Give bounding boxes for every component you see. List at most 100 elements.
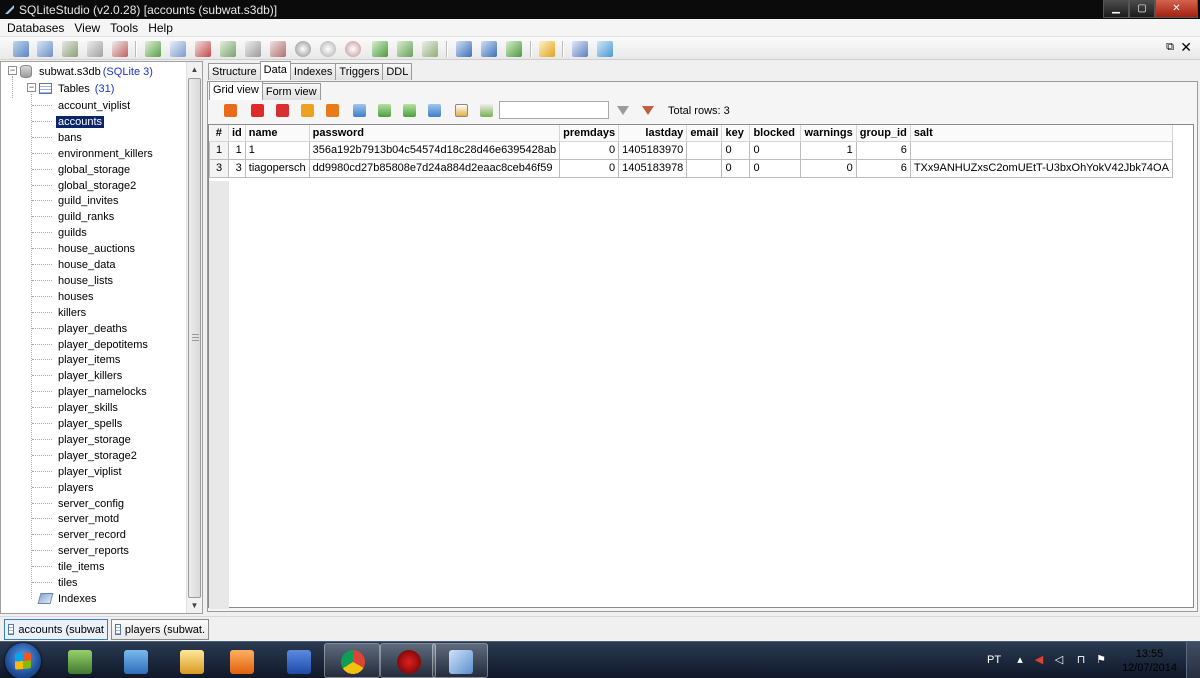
minimize-button[interactable]: ▁ [1103,0,1129,18]
tree-item-table[interactable]: accounts [56,114,105,129]
prev-page-icon[interactable] [378,104,391,117]
delete-trigger-icon[interactable] [345,41,361,57]
menu-databases[interactable]: Databases [2,21,69,35]
export-icon[interactable] [455,104,468,117]
first-page-icon[interactable] [353,104,366,117]
close-mdi-icon[interactable]: ✕ [1180,39,1192,56]
clock[interactable]: 13:55 12/07/2014 [1122,647,1177,675]
column-header[interactable]: blocked [749,125,802,142]
grid-cell[interactable]: 6 [855,140,911,160]
last-page-icon[interactable] [428,104,441,117]
clear-filter-icon[interactable] [642,106,654,115]
grid-cell[interactable]: 0 [721,140,751,160]
column-header[interactable]: group_id [856,125,911,142]
grid-cell[interactable] [686,158,723,178]
tree-item-table[interactable]: player_depotitems [56,337,150,352]
delete-table-icon[interactable] [195,41,211,57]
tab-ddl[interactable]: DDL [382,63,413,80]
grid-cell[interactable]: 3 [228,158,246,178]
column-header[interactable]: salt [910,125,1173,142]
column-header[interactable]: name [245,125,310,142]
tab-grid-view[interactable]: Grid view [209,81,263,100]
edit-view-icon[interactable] [397,41,413,57]
close-button[interactable]: ✕ [1155,0,1198,18]
grid-cell[interactable]: 1405183978 [618,158,688,178]
menu-help[interactable]: Help [143,21,178,35]
collapse-db-icon[interactable]: − [8,66,17,75]
tree-item-table[interactable]: player_namelocks [56,384,149,399]
filter-icon[interactable] [617,106,629,115]
tree-item-table[interactable]: server_config [56,496,126,511]
tab-triggers[interactable]: Triggers [335,63,384,80]
column-header[interactable]: # [209,125,229,142]
edit-index-icon[interactable] [245,41,261,57]
grid-cell[interactable]: 1405183970 [618,140,688,160]
tree-item-table[interactable]: player_deaths [56,321,129,336]
tree-item-table[interactable]: houses [56,289,95,304]
tree-item-table[interactable]: player_storage2 [56,448,139,463]
tree-item-table[interactable]: guilds [56,225,89,240]
column-header[interactable]: premdays [559,125,620,142]
tree-item-table[interactable]: player_skills [56,400,120,415]
show-desktop-button[interactable] [1186,642,1200,678]
scroll-up-icon[interactable]: ▲ [187,62,202,77]
cube-icon[interactable] [597,41,613,57]
column-header[interactable]: lastday [618,125,688,142]
taskbar-app-control-panel[interactable] [107,643,163,678]
grid-cell[interactable]: 1 [244,140,310,160]
tab-indexes[interactable]: Indexes [289,63,337,80]
menu-tools[interactable]: Tools [105,21,143,35]
settings-wrench-icon[interactable] [572,41,588,57]
data-grid[interactable]: # id name password premdays lastday email key bl… [208,124,1194,609]
grid-cell[interactable]: 1 [800,140,857,160]
tree-item-table[interactable]: guild_ranks [56,209,116,224]
flag-alert-icon[interactable]: ◀ [1033,654,1045,666]
tree-item-table[interactable]: server_motd [56,511,121,526]
task-tab-players[interactable]: players (subwat. [111,619,209,640]
taskbar-app-game[interactable] [380,643,436,678]
collapse-tables-icon[interactable]: − [27,83,36,92]
taskbar-app-sqlitestudio[interactable] [432,643,488,678]
tree-item-table[interactable]: house_lists [56,273,115,288]
tree-item-table[interactable]: global_storage [56,162,132,177]
grid-cell[interactable] [686,140,723,160]
tree-item-table[interactable]: tiles [56,575,80,590]
grid-cell[interactable]: 0 [800,158,857,178]
column-header[interactable]: key [721,125,751,142]
tree-item-table[interactable]: player_storage [56,432,133,447]
grid-cell[interactable]: 0 [721,158,751,178]
tree-item-database[interactable]: subwat.s3db (SQLite 3) [20,64,153,79]
tree-item-tables[interactable]: Tables (31) [39,81,114,96]
add-db-icon[interactable] [62,41,78,57]
tree-item-table[interactable]: house_data [56,257,118,272]
start-button[interactable] [5,643,41,678]
edit-db-icon[interactable] [87,41,103,57]
column-header[interactable]: password [309,125,561,142]
taskbar-app-computer[interactable] [51,643,107,678]
connect-db-icon[interactable] [13,41,29,57]
sql-editor-icon[interactable] [539,41,555,57]
rollback-icon[interactable] [326,104,339,117]
column-header[interactable]: email [686,125,723,142]
tree-item-table[interactable]: bans [56,130,84,145]
taskbar-app-media-player[interactable] [213,643,269,678]
restore-mdi-icon[interactable]: ⧉ [1166,41,1174,54]
scrollbar-thumb[interactable] [188,78,201,598]
tree-item-table[interactable]: player_items [56,352,122,367]
tree-item-table[interactable]: player_viplist [56,464,124,479]
add-index-icon[interactable] [220,41,236,57]
grid-cell[interactable]: tiagopersch [244,158,310,178]
grid-cell[interactable]: TXx9ANHUZxsC2omUEtT-U3bxOhYokV42Jbk74OA [909,158,1173,178]
row-number[interactable]: 1 [209,140,229,160]
action-center-icon[interactable]: ⚑ [1095,654,1107,666]
edit-trigger-icon[interactable] [320,41,336,57]
add-table-icon[interactable] [145,41,161,57]
maximize-button[interactable]: ▢ [1129,0,1155,18]
add-trigger-icon[interactable] [295,41,311,57]
grid-cell[interactable]: 0 [559,140,620,160]
tab-structure[interactable]: Structure [208,63,261,80]
delete-view-icon[interactable] [422,41,438,57]
tile-windows-icon[interactable] [481,41,497,57]
tree-item-table[interactable]: global_storage2 [56,178,138,193]
table-row[interactable]: 1 1 1 356a192b7913b04c54574d18c28d46e639542… [209,140,1173,160]
